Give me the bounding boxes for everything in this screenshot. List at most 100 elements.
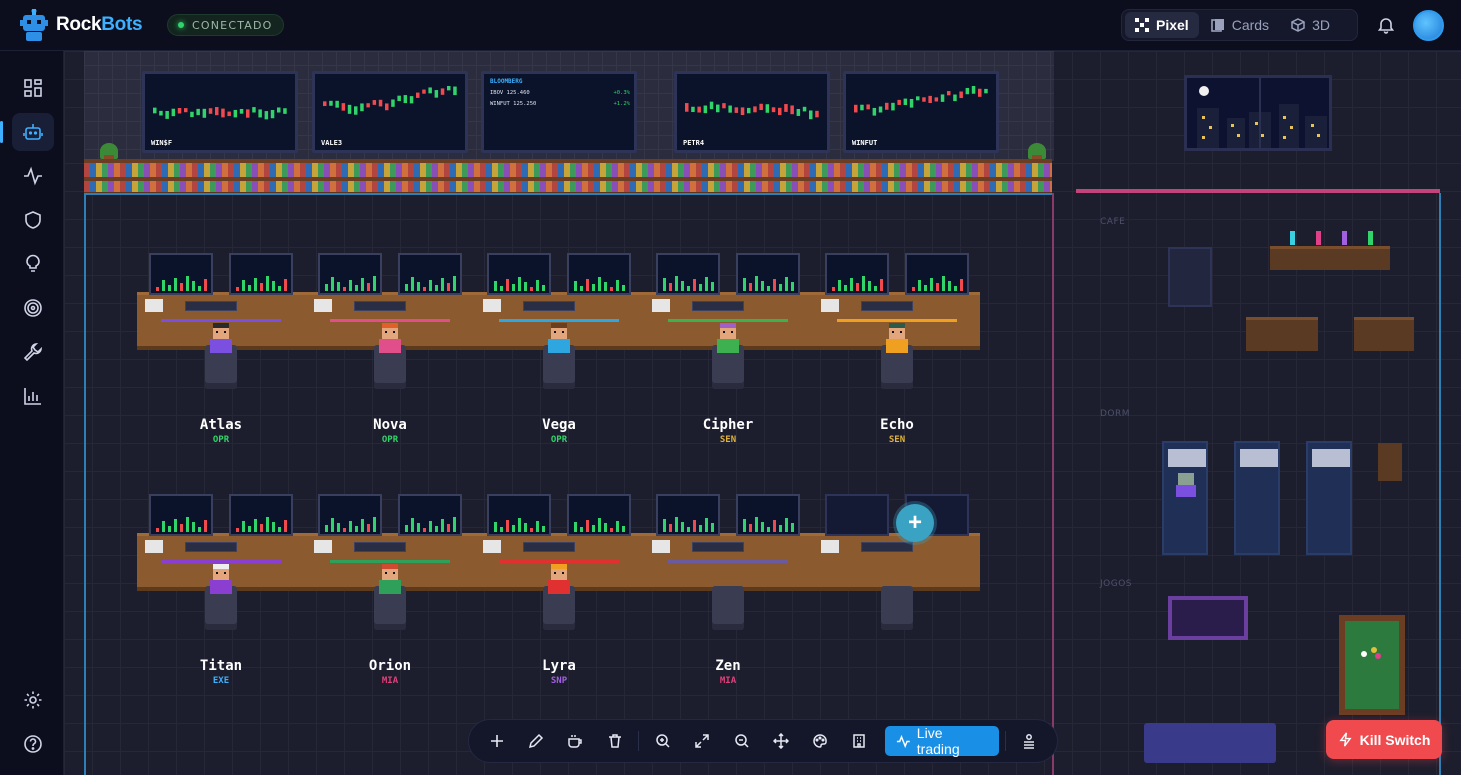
robot-icon[interactable] xyxy=(0,113,54,151)
add-bot-button[interactable]: + xyxy=(896,504,934,542)
monitor-bar xyxy=(663,519,666,532)
tab-3d[interactable]: 3D xyxy=(1281,12,1340,38)
tab-pixel-label: Pixel xyxy=(1156,17,1189,33)
monitor-bar xyxy=(868,281,871,291)
bot-avatar[interactable] xyxy=(716,323,740,357)
monitor-bar xyxy=(192,281,195,291)
monitor-bar xyxy=(761,522,764,532)
lightbulb-icon[interactable] xyxy=(12,245,54,283)
live-trading-button[interactable]: Live trading xyxy=(885,725,999,757)
candle xyxy=(728,105,732,113)
monitor-bar xyxy=(367,524,370,532)
workstation[interactable]: Vega OPR xyxy=(475,253,643,453)
monitor-chart xyxy=(405,517,456,532)
zoom-out-icon[interactable] xyxy=(724,725,759,757)
workstation[interactable]: Lyra SNP xyxy=(475,494,643,694)
bed[interactable] xyxy=(1306,441,1352,555)
monitor-bar xyxy=(506,520,509,532)
monitor-bar xyxy=(180,524,183,532)
bot-avatar[interactable] xyxy=(547,323,571,357)
coffee-icon[interactable] xyxy=(558,725,593,757)
wall-screen-label: VALE3 xyxy=(321,139,343,147)
bot-avatar[interactable] xyxy=(885,323,909,357)
tab-cards[interactable]: Cards xyxy=(1201,12,1279,38)
ticker-row: IBOV 125.460 +0.3% xyxy=(490,90,630,96)
bed[interactable] xyxy=(1234,441,1280,555)
shield-icon[interactable] xyxy=(12,201,54,239)
wall-screen-winfut[interactable]: WINFUT xyxy=(843,71,999,153)
sleeping-bot xyxy=(1176,473,1196,499)
candle xyxy=(771,107,776,113)
building-icon[interactable] xyxy=(842,725,877,757)
candle xyxy=(428,87,432,94)
workstation[interactable]: Echo SEN xyxy=(813,253,981,453)
monitor-bar xyxy=(272,522,275,532)
paper-note xyxy=(652,540,670,553)
pencil-icon[interactable] xyxy=(518,725,553,757)
pool-table[interactable] xyxy=(1339,615,1405,715)
desk-monitor xyxy=(656,494,720,536)
toolbar-divider xyxy=(638,731,640,751)
kill-switch-button[interactable]: Kill Switch xyxy=(1326,720,1442,759)
wrench-icon[interactable] xyxy=(12,333,54,371)
game-tv[interactable] xyxy=(1168,596,1248,640)
bot-avatar[interactable] xyxy=(378,564,402,598)
wall-screen-vale3[interactable]: VALE3 xyxy=(312,71,468,153)
side-rooms: CAFE DORM JOGOS xyxy=(1076,51,1441,775)
vending-machine xyxy=(1168,247,1212,307)
monitor-bar xyxy=(693,520,696,532)
workstation[interactable]: Nova OPR xyxy=(306,253,474,453)
monitor-bar xyxy=(355,526,358,532)
pixel-office-canvas[interactable]: WIN$F VALE3 BLOOMBERG IBOV 125.460 +0.3% … xyxy=(64,51,1461,775)
monitor-bar xyxy=(755,276,758,291)
brand[interactable]: RockBots xyxy=(20,8,143,41)
zoom-in-icon[interactable] xyxy=(645,725,680,757)
candle xyxy=(796,109,801,116)
dashboard-grid-icon[interactable] xyxy=(12,69,54,107)
plus-icon[interactable] xyxy=(479,725,514,757)
workstation[interactable]: Cipher SEN xyxy=(644,253,812,453)
candle xyxy=(909,98,914,108)
workstation[interactable]: Atlas OPR xyxy=(137,253,305,453)
workstation[interactable]: Orion MIA xyxy=(306,494,474,694)
monitor-bar xyxy=(592,525,595,532)
desk-monitor xyxy=(149,494,213,536)
workstation[interactable]: Zen MIA xyxy=(644,494,812,694)
trash-icon[interactable] xyxy=(597,725,632,757)
fit-screen-icon[interactable] xyxy=(685,725,720,757)
bot-avatar[interactable] xyxy=(547,564,571,598)
palette-icon[interactable] xyxy=(802,725,837,757)
activity-pulse-icon[interactable] xyxy=(12,157,54,195)
layers-icon[interactable] xyxy=(1012,725,1047,757)
candlestick-chart xyxy=(323,86,457,115)
wall-screen-bloomberg[interactable]: BLOOMBERG IBOV 125.460 +0.3% WINFUT 125.2… xyxy=(481,71,637,153)
workstation[interactable]: Titan EXE xyxy=(137,494,305,694)
candle xyxy=(765,104,770,113)
bar-chart-icon[interactable] xyxy=(12,377,54,415)
monitor-chart xyxy=(663,276,714,291)
workstation[interactable]: + xyxy=(813,494,981,694)
avatar[interactable] xyxy=(1413,10,1444,41)
bot-avatar[interactable] xyxy=(209,564,233,598)
candle xyxy=(891,102,895,111)
monitor-chart xyxy=(574,277,625,291)
candle xyxy=(984,88,988,94)
move-icon[interactable] xyxy=(763,725,798,757)
paper-note xyxy=(821,540,839,553)
settings-gear-icon[interactable] xyxy=(12,681,54,719)
bed[interactable] xyxy=(1162,441,1208,555)
candle xyxy=(872,107,877,116)
target-icon[interactable] xyxy=(12,289,54,327)
bot-avatar[interactable] xyxy=(209,323,233,357)
bot-avatar[interactable] xyxy=(378,323,402,357)
help-circle-icon[interactable] xyxy=(12,725,54,763)
wall-screen-petr4[interactable]: PETR4 xyxy=(674,71,830,153)
wall-screen-winsf[interactable]: WIN$F xyxy=(142,71,298,153)
bell-icon[interactable] xyxy=(1377,16,1395,34)
tab-pixel[interactable]: Pixel xyxy=(1125,12,1199,38)
monitor-bar xyxy=(699,284,702,291)
monitor-chart xyxy=(236,276,287,291)
paper-note xyxy=(314,299,332,312)
monitor-bar xyxy=(266,276,269,291)
desk-accent xyxy=(330,560,450,563)
